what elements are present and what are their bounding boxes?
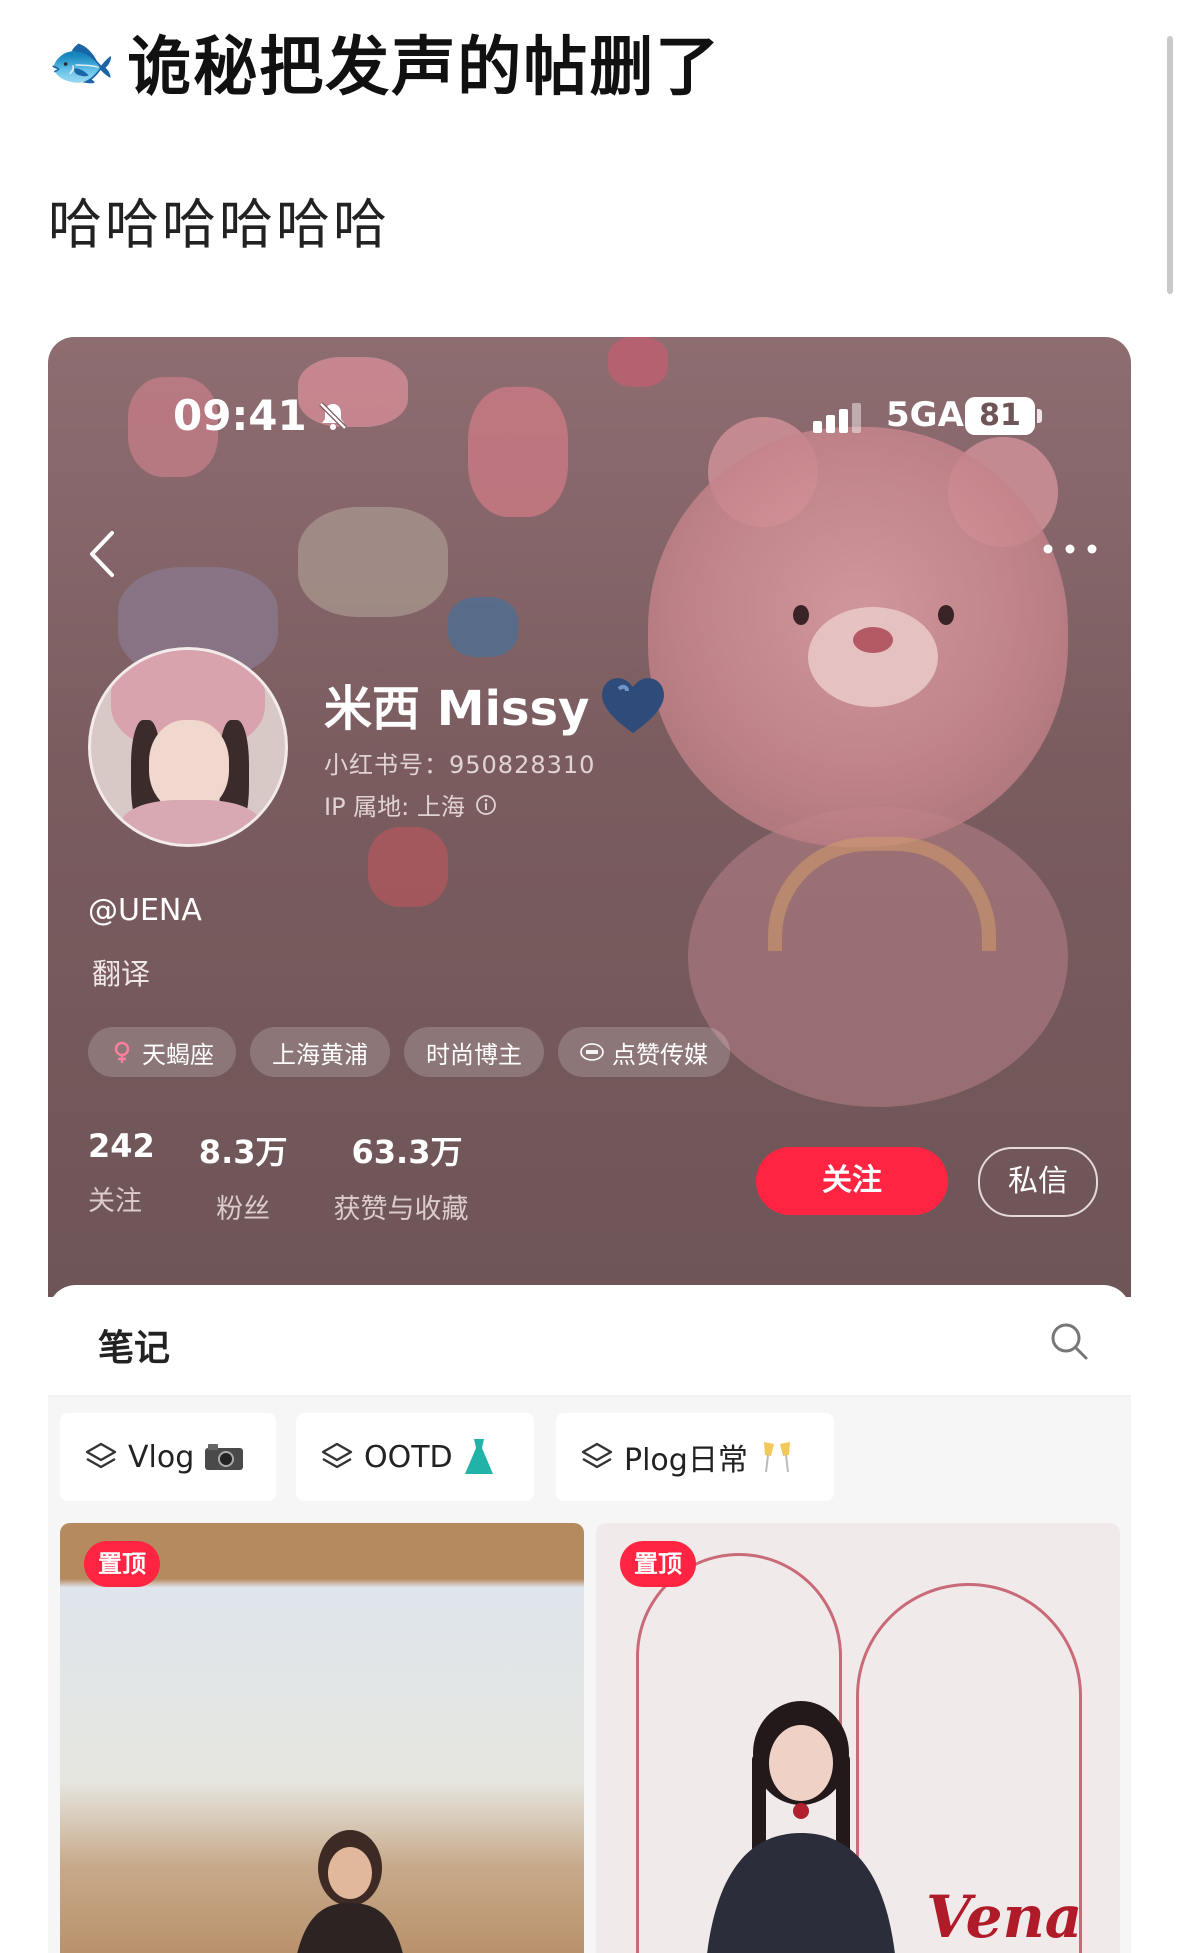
status-bar-time: 09:41	[173, 391, 349, 440]
collection-label: OOTD	[364, 1439, 453, 1475]
ip-location-text: IP 属地: 上海	[324, 793, 465, 821]
post-title: 🐟 诡秘把发声的帖删了	[48, 22, 721, 105]
signal-icon	[813, 403, 861, 433]
back-arrow-icon[interactable]	[86, 529, 120, 579]
more-options-icon[interactable]	[1042, 543, 1098, 555]
profile-handle: @UENA	[88, 893, 202, 928]
note-card[interactable]: 置顶	[60, 1523, 584, 1953]
tag-label: 上海黄浦	[272, 1040, 368, 1069]
collection-label: Vlog	[128, 1439, 195, 1475]
bear-eye-decoration	[938, 605, 954, 625]
page-scrollbar[interactable]	[1167, 36, 1173, 294]
battery-level: 81	[965, 397, 1035, 435]
bear-snout-decoration	[808, 607, 938, 707]
search-icon[interactable]	[1049, 1321, 1089, 1361]
stat-label: 获赞与收藏	[333, 1194, 469, 1225]
ip-location: IP 属地: 上海	[324, 787, 497, 822]
info-icon[interactable]	[475, 794, 497, 816]
layers-icon	[321, 1442, 353, 1469]
battery-icon	[1037, 409, 1042, 423]
tab-notes[interactable]: 笔记	[98, 1319, 170, 1371]
nickname-text: 米西 Missy	[324, 681, 590, 737]
clock-text: 09:41	[173, 391, 307, 440]
collection-vlog[interactable]: Vlog	[60, 1413, 276, 1501]
tag-mcn[interactable]: 点赞传媒	[558, 1027, 730, 1077]
stat-label: 粉丝	[216, 1194, 271, 1225]
pinned-badge: 置顶	[84, 1541, 160, 1587]
avatar-face	[149, 720, 229, 812]
stat-value: 242	[88, 1127, 155, 1165]
profile-nickname: 米西 Missy	[324, 669, 669, 739]
layers-icon	[85, 1442, 117, 1469]
stat-value: 63.3万	[351, 1133, 463, 1171]
rednote-id: 小红书号：950828310	[324, 751, 596, 779]
profile-tags: 天蝎座 上海黄浦 时尚博主 点赞传媒	[88, 1027, 730, 1077]
collection-plog[interactable]: Plog日常	[556, 1413, 834, 1501]
tag-category[interactable]: 时尚博主	[404, 1027, 544, 1077]
stat-label: 关注	[88, 1186, 142, 1217]
cheers-icon	[763, 1442, 790, 1473]
dress-icon	[464, 1439, 493, 1474]
stat-following[interactable]: 242 关注	[88, 1127, 155, 1226]
fish-emoji-icon: 🐟	[48, 30, 118, 93]
tag-label: 天蝎座	[142, 1040, 214, 1069]
camera-icon	[205, 1444, 244, 1470]
mcn-icon	[580, 1043, 604, 1061]
profile-stats: 242 关注 8.3万 粉丝 63.3万 获赞与收藏	[88, 1127, 513, 1226]
stat-followers[interactable]: 8.3万 粉丝	[199, 1127, 288, 1226]
sticker-decoration	[448, 597, 518, 657]
sticker-decoration	[468, 387, 568, 517]
bear-eye-decoration	[793, 605, 809, 625]
layers-icon	[581, 1442, 613, 1469]
network-type: 5GA	[886, 395, 964, 435]
profile-screenshot: 09:41 5GA 81 米西 Missy 小红书号：950828310 IP …	[48, 337, 1131, 1953]
post-body: 哈哈哈哈哈哈	[48, 193, 390, 256]
sticker-decoration	[608, 337, 668, 387]
pinned-badge: 置顶	[620, 1541, 696, 1587]
avatar[interactable]	[88, 647, 288, 847]
tag-label: 时尚博主	[426, 1040, 522, 1069]
bell-muted-icon	[318, 401, 347, 430]
message-button[interactable]: 私信	[978, 1147, 1098, 1217]
blue-heart-icon	[602, 678, 665, 733]
female-icon	[114, 1041, 130, 1063]
stat-likes-collects[interactable]: 63.3万 获赞与收藏	[334, 1127, 469, 1226]
tag-label: 点赞传媒	[612, 1040, 708, 1069]
note-card[interactable]: 置顶 Vena	[596, 1523, 1120, 1953]
notes-panel: 笔记 Vlog OOTD Plog日常 置顶 置顶 Vena	[48, 1285, 1131, 1953]
avatar-scarf	[121, 800, 261, 844]
sticker-decoration	[298, 507, 448, 617]
stat-value: 8.3万	[198, 1133, 288, 1171]
bear-nose-decoration	[853, 627, 893, 653]
post-title-text: 诡秘把发声的帖删了	[127, 31, 722, 105]
note-photo	[297, 1830, 403, 1953]
tag-zodiac[interactable]: 天蝎座	[88, 1027, 236, 1077]
profile-bio: 翻译	[92, 957, 151, 991]
note-photo	[707, 1701, 895, 1953]
sticker-decoration	[368, 827, 448, 907]
collection-ootd[interactable]: OOTD	[296, 1413, 534, 1501]
tag-location[interactable]: 上海黄浦	[250, 1027, 390, 1077]
follow-button[interactable]: 关注	[756, 1147, 948, 1215]
collection-label: Plog日常	[624, 1443, 748, 1478]
brand-watermark: Vena	[926, 1883, 1083, 1951]
